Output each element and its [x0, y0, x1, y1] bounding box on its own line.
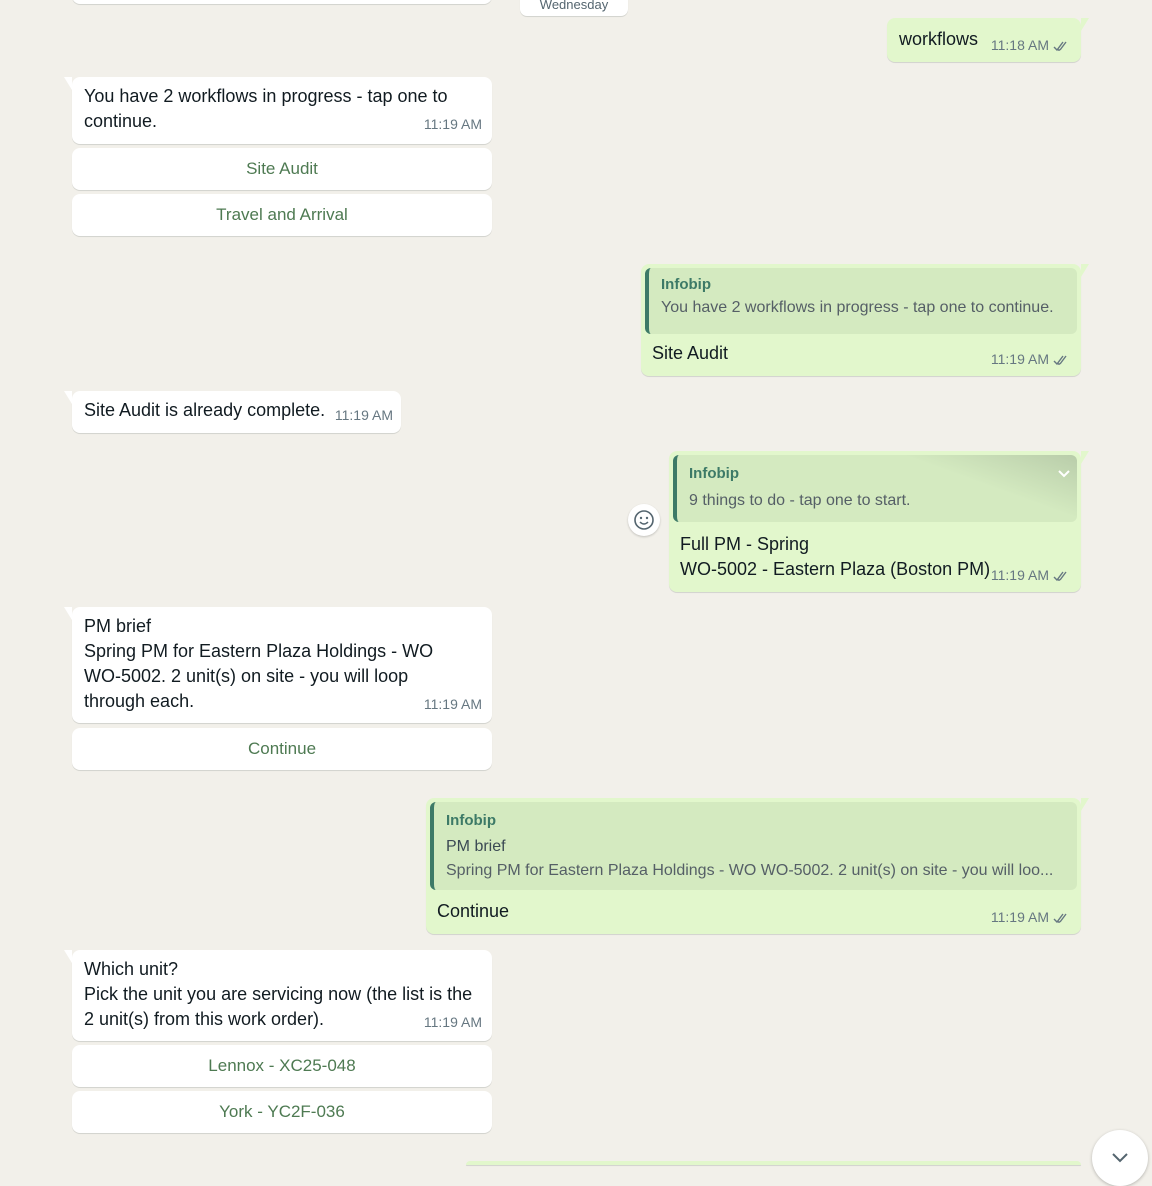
outgoing-reply-message[interactable]: Infobip 9 things to do - tap one to star… — [669, 451, 1089, 592]
message-line: Which unit? — [84, 959, 179, 979]
message-text: You have 2 workflows in progress - tap o… — [84, 86, 448, 131]
incoming-message[interactable]: Site Audit is already complete. 11:19 AM — [64, 391, 401, 433]
message-line: Spring PM for Eastern Plaza Holdings - W… — [84, 641, 434, 711]
bubble-tail — [1081, 264, 1089, 277]
scroll-to-bottom-button[interactable] — [1092, 1130, 1148, 1186]
date-chip-label: Wednesday — [539, 0, 609, 12]
next-message-partial — [466, 1161, 1081, 1165]
message-time: 11:19 AM — [991, 347, 1071, 372]
message-time: 11:19 AM — [334, 407, 393, 423]
message-text: PM brief Spring PM for Eastern Plaza Hol… — [84, 614, 474, 714]
message-text: workflows — [899, 29, 979, 49]
bubble-tail — [1081, 798, 1089, 811]
reply-button-lennox[interactable]: Lennox - XC25-048 — [72, 1045, 492, 1087]
bubble-tail — [1081, 18, 1089, 31]
message-time: 11:19 AM — [991, 905, 1071, 930]
quote-sender: Infobip — [446, 812, 496, 829]
double-check-icon — [1053, 355, 1067, 365]
message-text: Which unit? Pick the unit you are servic… — [84, 957, 479, 1032]
outgoing-message[interactable]: workflows 11:18 AM — [887, 18, 1089, 62]
double-check-icon — [1053, 41, 1067, 51]
message-time: 11:19 AM — [423, 696, 482, 712]
reply-button-continue[interactable]: Continue — [72, 728, 492, 770]
message-time: 11:18 AM — [991, 33, 1071, 58]
quoted-message[interactable]: Infobip PM brief Spring PM for Eastern P… — [430, 802, 1077, 890]
quote-text: You have 2 workflows in progress - tap o… — [661, 299, 1054, 316]
message-time: 11:19 AM — [423, 1014, 482, 1030]
chevron-down-icon[interactable] — [1057, 469, 1071, 479]
message-line: WO-5002 - Eastern Plaza (Boston PM) — [680, 559, 991, 579]
quote-text: PM brief — [446, 838, 506, 855]
time-label: 11:18 AM — [990, 37, 1049, 53]
bubble-tail — [64, 607, 72, 620]
message-line: PM brief — [84, 616, 152, 636]
outgoing-reply-message[interactable]: Infobip PM brief Spring PM for Eastern P… — [426, 798, 1089, 934]
quote-text: Spring PM for Eastern Plaza Holdings - W… — [446, 862, 1054, 879]
reply-button-travel-arrival[interactable]: Travel and Arrival — [72, 194, 492, 236]
incoming-message[interactable]: Which unit? Pick the unit you are servic… — [64, 950, 492, 1041]
previous-message-partial — [72, 0, 492, 4]
double-check-icon — [1053, 913, 1067, 923]
emoji-icon[interactable] — [628, 504, 660, 536]
time-label: 11:19 AM — [990, 567, 1049, 583]
quote-text: 9 things to do - tap one to start. — [689, 492, 911, 509]
message-text: Site Audit — [652, 343, 729, 363]
bubble-tail — [64, 391, 72, 404]
message-time: 11:19 AM — [423, 116, 482, 132]
message-line: Full PM - Spring — [680, 534, 810, 554]
incoming-message[interactable]: You have 2 workflows in progress - tap o… — [64, 77, 492, 144]
reply-button-site-audit[interactable]: Site Audit — [72, 148, 492, 190]
quote-sender: Infobip — [689, 465, 739, 482]
time-label: 11:19 AM — [990, 351, 1049, 367]
outgoing-reply-message[interactable]: Infobip You have 2 workflows in progress… — [641, 264, 1089, 376]
quoted-message[interactable]: Infobip You have 2 workflows in progress… — [645, 268, 1077, 334]
message-text: Full PM - Spring WO-5002 - Eastern Plaza… — [680, 532, 990, 582]
time-label: 11:19 AM — [990, 909, 1049, 925]
date-chip: Wednesday — [520, 0, 628, 16]
message-line: Pick the unit you are servicing now (the… — [84, 984, 473, 1029]
quote-sender: Infobip — [661, 276, 711, 293]
message-text: Site Audit is already complete. — [84, 400, 326, 420]
reply-button-york[interactable]: York - YC2F-036 — [72, 1091, 492, 1133]
chevron-down-icon — [1112, 1153, 1128, 1163]
bubble-tail — [1081, 451, 1089, 464]
double-check-icon — [1053, 571, 1067, 581]
message-text: Continue — [437, 901, 510, 921]
quoted-message[interactable]: Infobip 9 things to do - tap one to star… — [673, 455, 1077, 522]
bubble-tail — [64, 77, 72, 90]
message-time: 11:19 AM — [991, 563, 1071, 588]
incoming-message[interactable]: PM brief Spring PM for Eastern Plaza Hol… — [64, 607, 492, 723]
bubble-tail — [64, 950, 72, 963]
